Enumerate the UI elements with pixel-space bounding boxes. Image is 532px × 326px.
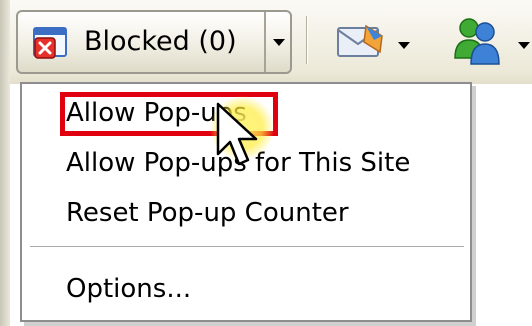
messenger-button[interactable] — [446, 10, 532, 70]
mail-button[interactable] — [330, 14, 420, 70]
menu-item-reset-popup-counter[interactable]: Reset Pop-up Counter — [66, 198, 349, 228]
messenger-icon — [454, 18, 500, 65]
popup-blocked-icon — [33, 27, 67, 59]
chevron-down-icon — [273, 39, 285, 46]
mouse-pointer-icon — [216, 102, 258, 166]
blocked-button[interactable]: Blocked (0) — [18, 12, 262, 72]
blocked-split-button: Blocked (0) — [16, 10, 292, 74]
toolbar-separator — [306, 16, 308, 64]
toolbar: Blocked (0) — [0, 0, 532, 84]
messenger-dropdown-icon[interactable] — [518, 42, 530, 49]
menu-separator — [30, 246, 464, 248]
window-frame-edge — [0, 0, 10, 326]
mail-dropdown-icon[interactable] — [398, 42, 410, 49]
menu-item-options[interactable]: Options... — [66, 274, 191, 304]
blocked-dropdown-arrow[interactable] — [264, 12, 292, 72]
screenshot-stage: Blocked (0) Allow Pop-ups Allow Pop-ups … — [0, 0, 532, 326]
blocked-button-label: Blocked (0) — [84, 26, 237, 57]
mail-icon — [337, 24, 383, 57]
